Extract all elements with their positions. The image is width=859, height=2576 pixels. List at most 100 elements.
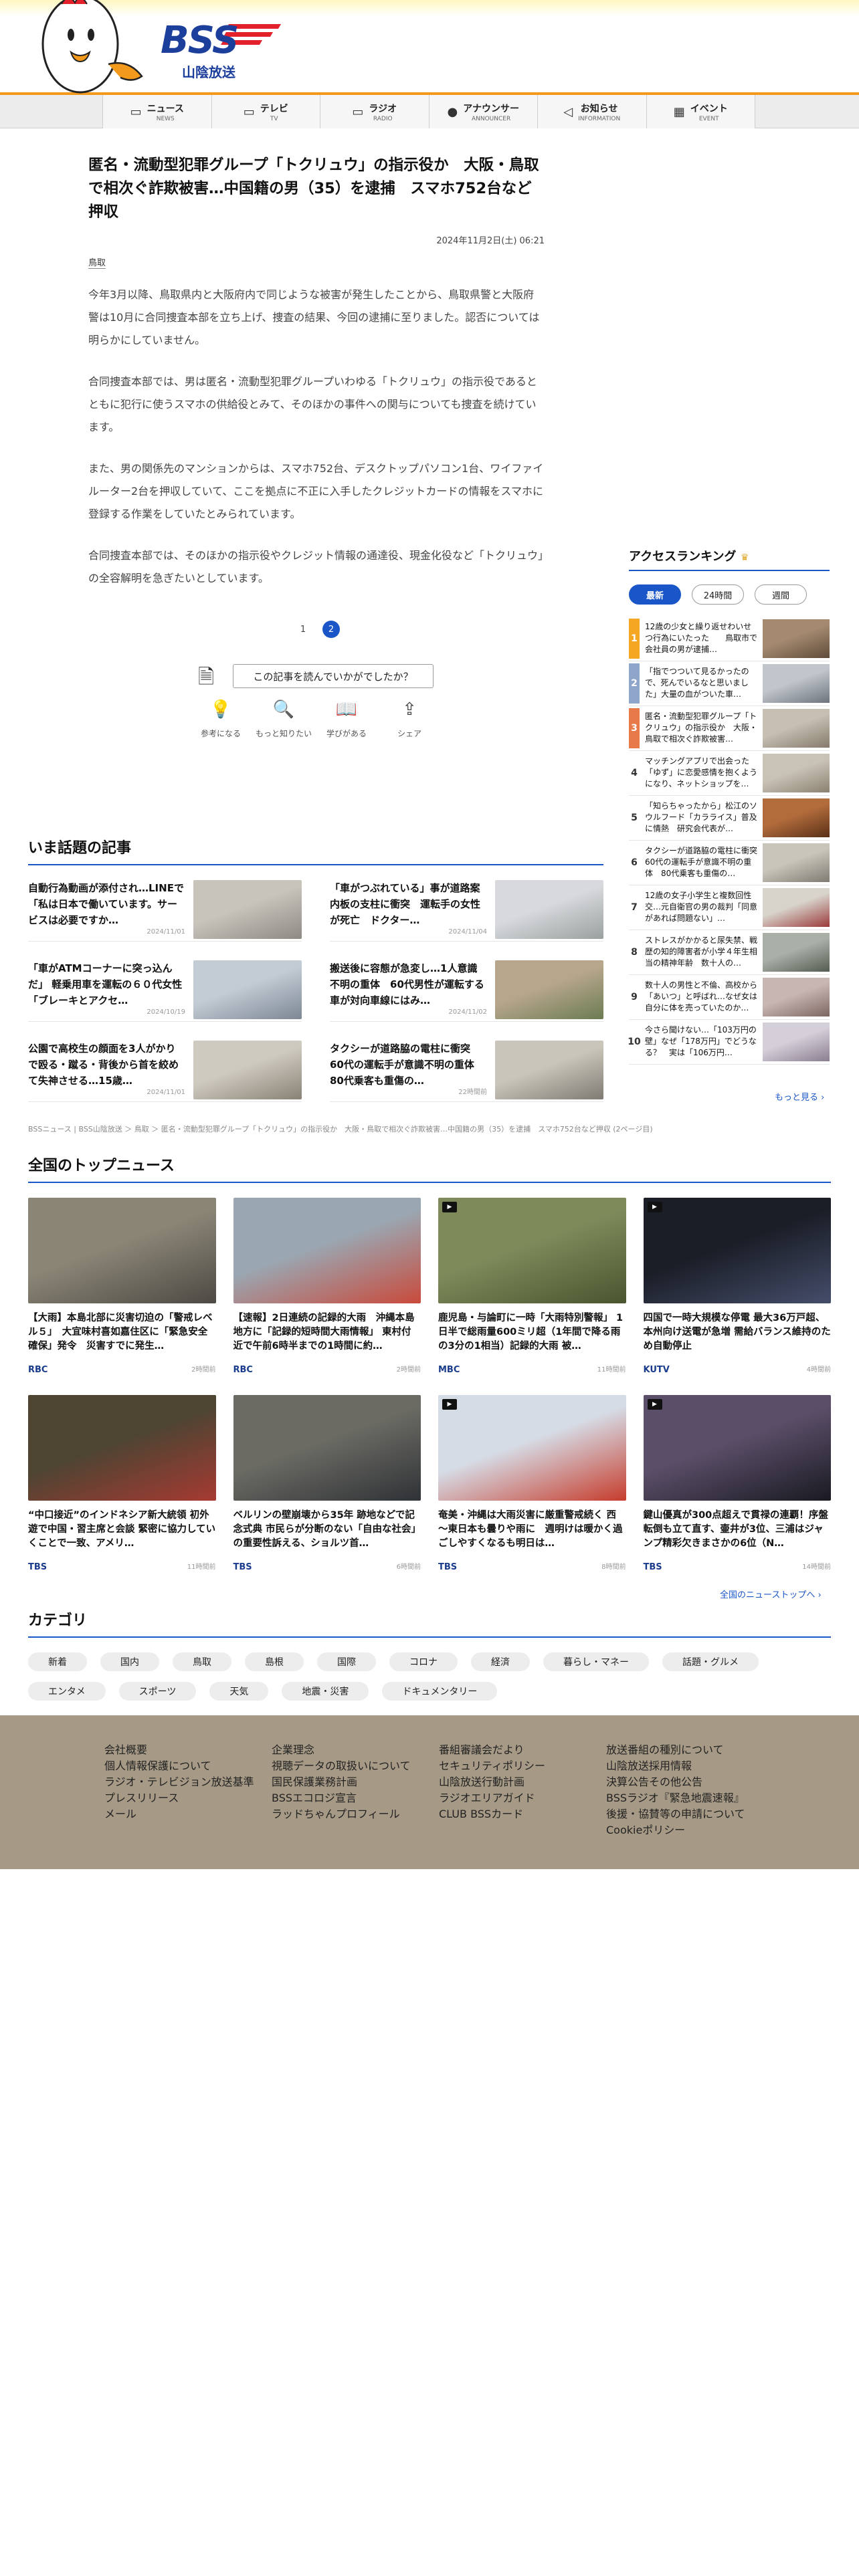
top-news-card[interactable]: 【速報】2日連続の記録的大雨 沖縄本島地方に「記録的短時間大雨情報」 東村付近で… <box>233 1198 421 1375</box>
category-chip[interactable]: 地震・災害 <box>282 1682 369 1701</box>
footer-link[interactable]: 決算公告その他公告 <box>606 1773 773 1789</box>
ranking-item[interactable]: 6 タクシーが道路脇の電柱に衝突 60代の運転手が意識不明の重体 80代乗客も重傷… <box>629 841 830 885</box>
nav-item-announcer[interactable]: ● アナウンサー ANNOUNCER <box>428 95 537 128</box>
category-chip[interactable]: 国際 <box>317 1652 376 1671</box>
feedback-option-button[interactable]: 🔍 もっと知りたい <box>256 700 312 739</box>
category-chip[interactable]: 天気 <box>209 1682 269 1701</box>
logo-subtitle: 山陰放送 <box>182 64 235 80</box>
footer-link[interactable]: セキュリティポリシー <box>439 1757 606 1773</box>
trending-article-title: 「車がATMコーナーに突っ込んだ」 軽乗用車を運転の６０代女性「ブレーキとアクセ… <box>28 962 183 1006</box>
footer-link[interactable]: 個人情報保護について <box>104 1757 272 1773</box>
tab-latest[interactable]: 最新 <box>629 584 681 605</box>
ranking-tabs: 最新 24時間 週間 <box>629 584 830 605</box>
top-news-card[interactable]: 【大雨】本島北部に災害切迫の「警戒レベル５」 大宜味村喜如嘉住区に「緊急安全確保… <box>28 1198 216 1375</box>
nav-item-sublabel: RADIO <box>373 115 393 122</box>
ranking-item[interactable]: 10 今さら聞けない…「103万円の壁」なぜ「178万円」でどうなる？ 実は「10… <box>628 1020 830 1065</box>
news-source-label: KUTV <box>643 1365 670 1375</box>
ranking-item[interactable]: 7 12歳の女子小学生と複数回性交…元自衛官の男の裁判「同意があれば問題ない」… <box>629 885 830 930</box>
trending-articles: いま話題の記事 自動行為動画が添付され…LINEで「私は日本で働いています。サー… <box>28 836 603 1102</box>
ranking-item[interactable]: 2 「指でつついて見るかったので、死んでいるなと思いました」大量の血がついた車… <box>629 661 830 706</box>
trending-article-card[interactable]: 自動行為動画が添付され…LINEで「私は日本で働いています。サービスは必要ですか… <box>28 880 302 942</box>
footer-link[interactable]: 放送番組の種別について <box>606 1741 773 1757</box>
footer-link[interactable]: ラッドちゃんプロフィール <box>272 1805 439 1821</box>
ranking-thumbnail <box>763 619 830 658</box>
footer-link[interactable]: 視聴データの取扱いについて <box>272 1757 439 1773</box>
trending-article-date: 2024/11/02 <box>448 1008 487 1016</box>
footer-link[interactable]: 後援・協賛等の申請について <box>606 1805 773 1821</box>
ranking-number: 5 <box>631 813 638 823</box>
footer-link[interactable]: ラジオ・テレビジョン放送基準 <box>104 1773 272 1789</box>
ranking-more-link[interactable]: もっと見る › <box>775 1090 824 1103</box>
breadcrumb[interactable]: BSSニュース | BSS山陰放送 ＞ 鳥取 ＞ 匿名・流動型犯罪グループ「トク… <box>28 1123 653 1134</box>
tab-24h[interactable]: 24時間 <box>692 584 744 605</box>
category-chip[interactable]: ドキュメンタリー <box>382 1682 498 1701</box>
ranking-thumbnail <box>763 978 830 1016</box>
category-chip[interactable]: エンタメ <box>28 1682 106 1701</box>
page-1-link[interactable]: 1 <box>294 621 312 638</box>
footer-link[interactable]: メール <box>104 1805 272 1821</box>
top-news-card[interactable]: ベルリンの壁崩壊から35年 跡地などで記念式典 市民らが分断のない「自由な社会」… <box>233 1395 421 1572</box>
ranking-number: 9 <box>631 992 638 1002</box>
top-news-card[interactable]: ▶ 鹿児島・与論町に一時「大雨特別警報」 1日半で総雨量600ミリ超（1年間で降る… <box>438 1198 626 1375</box>
top-news-thumbnail <box>233 1198 421 1303</box>
footer-link[interactable]: BSSラジオ『緊急地震速報』 <box>606 1789 773 1805</box>
bss-logo[interactable]: BSS 山陰放送 <box>155 17 282 82</box>
news-source-label: RBC <box>233 1365 253 1375</box>
ranking-item[interactable]: 8 ストレスがかかると尿失禁、戦歴の知的障害者が小学４年生相当の精神年齢 数十人の… <box>629 930 830 975</box>
category-chip[interactable]: スポーツ <box>118 1682 197 1701</box>
nav-item-radio[interactable]: ▭ ラジオ RADIO <box>320 95 429 128</box>
trending-article-card[interactable]: タクシーが道路脇の電柱に衝突 60代の運転手が意識不明の重体 80代乗客も重傷の… <box>330 1041 603 1102</box>
footer-link[interactable]: Cookieポリシー <box>606 1821 773 1837</box>
category-chip[interactable]: 鳥取 <box>173 1652 231 1671</box>
footer-link[interactable]: 山陰放送採用情報 <box>606 1757 773 1773</box>
trending-article-card[interactable]: 搬送後に容態が急変し…1人意識不明の重体 60代男性が運転する車が対向車線にはみ… <box>330 960 603 1022</box>
footer-link[interactable]: 会社概要 <box>104 1741 272 1757</box>
feedback-box: 🗎 この記事を読んでいかがでしたか？ 💡 参考になる 🔍 もっと知りたい 📖 学びがある ⇪… <box>194 662 442 762</box>
category-chip[interactable]: 新着 <box>28 1652 87 1671</box>
category-chip[interactable]: 島根 <box>245 1652 304 1671</box>
nav-item-information[interactable]: ◁ お知らせ INFORMATION <box>537 95 646 128</box>
nav-item-news[interactable]: ▭ ニュース NEWS <box>102 95 211 128</box>
trending-article-card[interactable]: 「車がATMコーナーに突っ込んだ」 軽乗用車を運転の６０代女性「ブレーキとアクセ… <box>28 960 302 1022</box>
top-news-card[interactable]: “中口接近”のインドネシア新大統領 初外遊で中国・習主席と会談 緊密に協力してい… <box>28 1395 216 1572</box>
news-time-label: 11時間前 <box>187 1564 216 1571</box>
page-2-current[interactable]: 2 <box>322 621 340 638</box>
ranking-item[interactable]: 9 数十人の男性と不倫、高校から「あいつ」と呼ばれ…なぜ女は自分に体を売っていたの… <box>629 975 830 1020</box>
category-chip[interactable]: 経済 <box>471 1652 530 1671</box>
ranking-item[interactable]: 1 12歳の少女と繰り返せわいせつ行為にいたった 鳥取市で会社員の男が逮捕… <box>629 617 830 661</box>
trending-article-card[interactable]: 「車がつぶれている」事が道路案内板の支柱に衝突 運転手の女性が死亡 ドクター… 2… <box>330 880 603 942</box>
footer-link[interactable]: 山陰放送行動計画 <box>439 1773 606 1789</box>
top-news-card[interactable]: ▶ 鍵山優真が300点超えで貫禄の連覇！序盤転倒も立て直す、壷井が3位、三浦はジャ… <box>643 1395 831 1572</box>
ranking-item[interactable]: 5 「知らちゃったから」松江のソウルフード「カラライス」普及に情熱 研究会代表が… <box>629 796 830 841</box>
category-chip[interactable]: 暮らし・マネー <box>543 1652 649 1671</box>
ranking-item[interactable]: 3 匿名・流動型犯罪グループ「トクリュウ」の指示役か 大阪・鳥取で相次ぐ詐欺被害… <box>629 706 830 751</box>
nav-item-sublabel: EVENT <box>698 115 719 122</box>
top-news-more-link[interactable]: 全国のニューストップへ › <box>720 1588 822 1600</box>
ranking-number: 6 <box>631 857 638 868</box>
footer-link[interactable]: ラジオエリアガイド <box>439 1789 606 1805</box>
nav-item-label: ラジオ <box>369 103 397 114</box>
trending-article-card[interactable]: 公園で高校生の顔面を3人がかりで殴る・蹴る・背後から首を絞めて失神させる…15歳… <box>28 1041 302 1102</box>
top-news-card[interactable]: ▶ 奄美・沖縄は大雨災害に厳重警戒続く 西～東日本も曇りや雨に 週明けは暖かく過ご… <box>438 1395 626 1572</box>
category-chip[interactable]: コロナ <box>389 1652 458 1671</box>
feedback-option-button[interactable]: 💡 参考になる <box>198 700 244 739</box>
footer-link[interactable]: プレスリリース <box>104 1789 272 1805</box>
trending-article-thumbnail <box>495 1041 603 1099</box>
article-tag-link[interactable]: 鳥取 <box>88 255 106 269</box>
feedback-option-button[interactable]: ⇪ シェア <box>387 700 432 739</box>
footer-link[interactable]: CLUB BSSカード <box>439 1805 606 1821</box>
category-chip[interactable]: 話題・グルメ <box>662 1652 759 1671</box>
top-news-card[interactable]: ▶ 四国で一時大規模な停電 最大36万戸超、本州向け送電が急増 需給バランス維持の… <box>643 1198 831 1375</box>
ranking-item[interactable]: 4 マッチングアプリで出会った「ゆず」に恋愛感情を抱くようになり、ネットショップを… <box>629 751 830 796</box>
footer-link[interactable]: BSSエコロジ宣言 <box>272 1789 439 1805</box>
nav-item-tv[interactable]: ▭ テレビ TV <box>211 95 320 128</box>
footer-link[interactable]: 番組審議会だより <box>439 1741 606 1757</box>
category-chip[interactable]: 国内 <box>100 1652 159 1671</box>
feedback-option-button[interactable]: 📖 学びがある <box>324 700 369 739</box>
tab-weekly[interactable]: 週間 <box>755 584 807 605</box>
footer-link[interactable]: 企業理念 <box>272 1741 439 1757</box>
nav-item-event[interactable]: ▦ イベント EVENT <box>646 95 755 128</box>
top-news-thumbnail <box>28 1395 216 1501</box>
footer-link[interactable]: 国民保護業務計画 <box>272 1773 439 1789</box>
nav-item-text: イベント EVENT <box>690 102 728 122</box>
